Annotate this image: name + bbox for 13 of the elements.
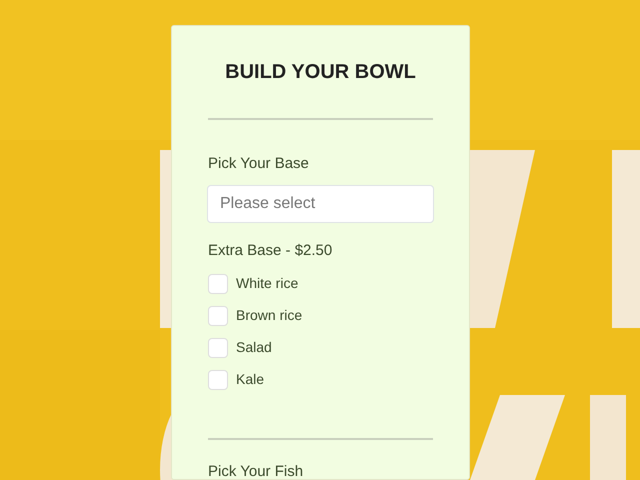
checkbox[interactable] bbox=[208, 338, 228, 358]
form-title: BUILD YOUR BOWL bbox=[224, 60, 417, 84]
checkbox[interactable] bbox=[208, 274, 228, 294]
field-label: Pick Your Base bbox=[208, 154, 310, 174]
option-label: Kale bbox=[236, 370, 264, 389]
checkbox[interactable] bbox=[208, 370, 228, 390]
option-label: Brown rice bbox=[236, 306, 302, 325]
field-label: Pick Your Fish bbox=[208, 462, 304, 479]
option-label: White rice bbox=[236, 274, 298, 293]
field-label: Extra Base - $2.50 bbox=[208, 240, 334, 260]
checkbox[interactable] bbox=[208, 306, 228, 326]
option-label: Salad bbox=[236, 338, 272, 357]
select-field[interactable]: Please select bbox=[207, 184, 434, 222]
